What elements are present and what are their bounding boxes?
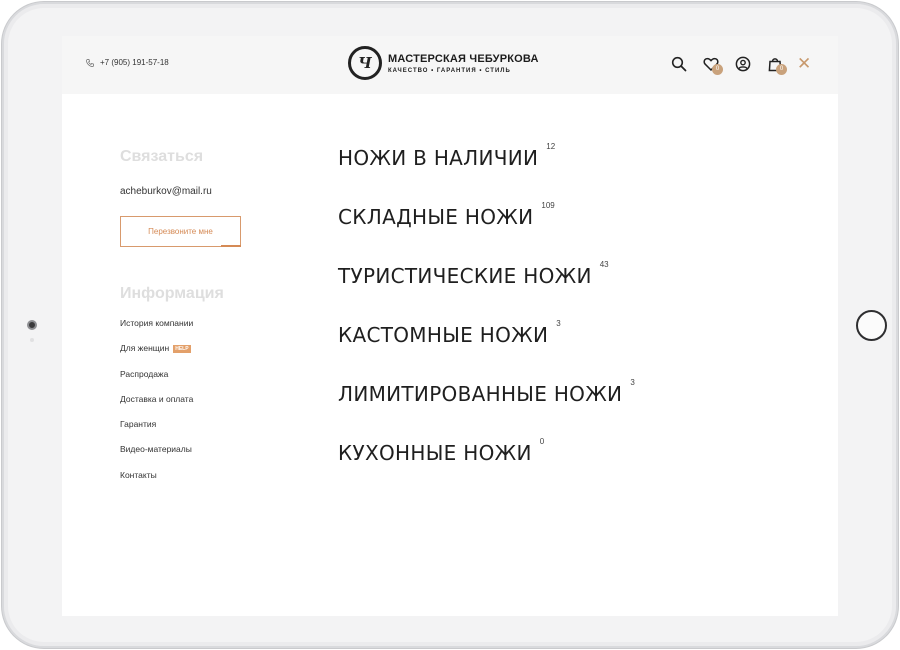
info-link-label[interactable]: Доставка и оплата xyxy=(120,394,193,404)
site-header: +7 (905) 191-57-18 Ч МАСТЕРСКАЯ ЧЕБУРКОВ… xyxy=(62,36,838,94)
search-icon xyxy=(671,56,687,72)
category-item[interactable]: ТУРИСТИЧЕСКИЕ НОЖИ 43 xyxy=(338,260,635,323)
close-icon[interactable]: ✕ xyxy=(797,54,811,74)
favorites-count-badge: 0 xyxy=(712,64,723,75)
info-link-label[interactable]: Гарантия xyxy=(120,419,156,429)
header-actions: 0 0 ✕ xyxy=(669,54,811,75)
category-name[interactable]: КУХОННЫЕ НОЖИ xyxy=(338,441,532,465)
category-count: 3 xyxy=(630,378,635,387)
info-link-label[interactable]: Для женщин xyxy=(120,343,169,353)
phone-icon xyxy=(86,58,94,67)
category-name[interactable]: СКЛАДНЫЕ НОЖИ xyxy=(338,205,533,229)
category-item[interactable]: НОЖИ В НАЛИЧИИ 12 xyxy=(338,142,635,205)
category-item[interactable]: КАСТОМНЫЕ НОЖИ 3 xyxy=(338,319,635,382)
category-item[interactable]: СКЛАДНЫЕ НОЖИ 109 xyxy=(338,201,635,264)
category-name[interactable]: ЛИМИТИРОВАННЫЕ НОЖИ xyxy=(338,382,622,406)
category-count: 0 xyxy=(539,437,545,446)
category-list: НОЖИ В НАЛИЧИИ 12 СКЛАДНЫЕ НОЖИ 109 ТУРИ… xyxy=(338,142,635,500)
logo-title: МАСТЕРСКАЯ ЧЕБУРКОВА xyxy=(388,52,539,65)
info-link-sale[interactable]: Распродажа xyxy=(120,369,193,394)
logo-tagline: КАЧЕСТВО • ГАРАНТИЯ • СТИЛЬ xyxy=(388,67,511,74)
cart-count-badge: 0 xyxy=(776,64,787,75)
category-name[interactable]: НОЖИ В НАЛИЧИИ xyxy=(338,146,538,170)
home-button[interactable] xyxy=(856,310,887,341)
callback-button-label: Перезвоните мне xyxy=(148,227,213,236)
info-link-contacts[interactable]: Контакты xyxy=(120,470,193,495)
info-link-label[interactable]: Контакты xyxy=(120,470,157,480)
category-name[interactable]: КАСТОМНЫЕ НОЖИ xyxy=(338,323,548,347)
info-link-videos[interactable]: Видео-материалы xyxy=(120,444,193,469)
category-item[interactable]: ЛИМИТИРОВАННЫЕ НОЖИ 3 xyxy=(338,378,635,441)
screen: +7 (905) 191-57-18 Ч МАСТЕРСКАЯ ЧЕБУРКОВ… xyxy=(62,36,838,616)
contact-email[interactable]: acheburkov@mail.ru xyxy=(120,186,212,197)
category-count: 109 xyxy=(541,201,555,210)
info-link-label[interactable]: История компании xyxy=(120,318,193,328)
site-logo[interactable]: Ч МАСТЕРСКАЯ ЧЕБУРКОВА КАЧЕСТВО • ГАРАНТ… xyxy=(348,46,539,80)
account-button[interactable] xyxy=(733,54,753,74)
contact-title: Связаться xyxy=(120,148,204,165)
info-link-label[interactable]: Распродажа xyxy=(120,369,168,379)
info-links-list: История компании Для женщин HELP Распрода… xyxy=(120,318,193,495)
info-link-history[interactable]: История компании xyxy=(120,318,193,343)
info-link-label[interactable]: Видео-материалы xyxy=(120,444,192,454)
search-button[interactable] xyxy=(669,54,689,74)
info-link-women[interactable]: Для женщин HELP xyxy=(120,343,193,368)
phone-number[interactable]: +7 (905) 191-57-18 xyxy=(100,58,169,67)
help-badge: HELP xyxy=(173,345,191,354)
cart-button[interactable]: 0 xyxy=(765,54,787,75)
info-title: Информация xyxy=(120,285,224,302)
category-count: 43 xyxy=(599,260,609,269)
button-underline xyxy=(221,245,241,247)
user-icon xyxy=(735,56,751,72)
info-link-delivery[interactable]: Доставка и оплата xyxy=(120,394,193,419)
favorites-button[interactable]: 0 xyxy=(701,54,723,75)
callback-button[interactable]: Перезвоните мне xyxy=(120,216,241,247)
logo-mark: Ч xyxy=(348,46,382,80)
category-item[interactable]: КУХОННЫЕ НОЖИ 0 xyxy=(338,437,635,500)
phone-contact[interactable]: +7 (905) 191-57-18 xyxy=(86,58,169,67)
category-count: 12 xyxy=(546,142,556,151)
category-name[interactable]: ТУРИСТИЧЕСКИЕ НОЖИ xyxy=(338,264,592,288)
category-count: 3 xyxy=(556,319,561,328)
sensor-dot xyxy=(30,338,34,342)
info-link-warranty[interactable]: Гарантия xyxy=(120,419,193,444)
camera-icon xyxy=(27,320,37,330)
